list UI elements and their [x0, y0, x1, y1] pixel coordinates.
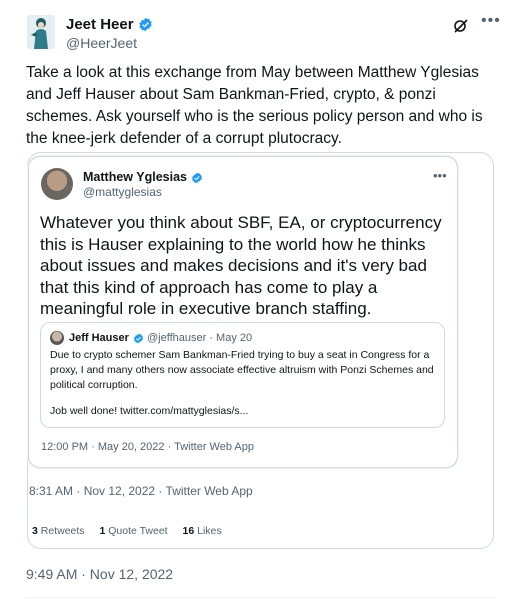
verified-badge-icon: [138, 17, 153, 36]
verified-badge-icon: [191, 172, 203, 187]
likes-stat[interactable]: 16 Likes: [183, 525, 222, 537]
quoted-tweet-text: Whatever you think about SBF, EA, or cry…: [40, 213, 442, 318]
embedded-tweet-timestamp[interactable]: 12:00 PM · May 20, 2022 · Twitter Web Ap…: [41, 441, 254, 453]
nested-author-name[interactable]: Jeff Hauser: [69, 332, 129, 344]
author-avatar[interactable]: [27, 15, 55, 49]
tweet-text: Take a look at this exchange from May be…: [26, 64, 483, 147]
quote-count: 1: [99, 525, 106, 537]
author-name-text[interactable]: Jeet Heer: [66, 16, 134, 33]
nested-author-avatar[interactable]: [50, 331, 64, 345]
divider: [26, 597, 496, 598]
more-icon[interactable]: •••: [481, 12, 501, 30]
author-handle[interactable]: @HeerJeet: [66, 35, 137, 51]
quoted-author-handle[interactable]: @mattyglesias: [83, 185, 162, 199]
retweets-label: Retweets: [40, 525, 85, 537]
quoted-author-avatar[interactable]: [41, 168, 73, 200]
tweet-timestamp[interactable]: 9:49 AM · Nov 12, 2022: [26, 566, 173, 582]
nested-author-row: Jeff Hauser @jeffhauser · May 20: [69, 332, 252, 347]
quote-label: Quote Tweet: [108, 525, 168, 537]
likes-label: Likes: [197, 525, 222, 537]
quote-tweets-stat[interactable]: 1 Quote Tweet: [99, 525, 167, 537]
verified-badge-icon: [133, 333, 144, 347]
more-icon[interactable]: •••: [433, 168, 447, 183]
retweets-stat[interactable]: 3 Retweets: [32, 525, 85, 537]
nested-tweet-text: Due to crypto schemer Sam Bankman-Fried …: [50, 349, 434, 391]
grok-icon[interactable]: [453, 18, 469, 39]
retweets-count: 3: [32, 525, 38, 537]
nested-tweet-link[interactable]: Job well done! twitter.com/mattyglesias/…: [50, 405, 248, 417]
likes-count: 16: [182, 525, 195, 537]
quoted-tweet-timestamp[interactable]: 8:31 AM · Nov 12, 2022 · Twitter Web App: [29, 484, 253, 498]
engagement-stats: 3 Retweets 1 Quote Tweet 16 Likes: [32, 525, 222, 537]
nested-handle-date[interactable]: @jeffhauser · May 20: [147, 332, 252, 344]
quoted-author-name-text[interactable]: Matthew Yglesias: [83, 170, 187, 184]
author-name[interactable]: Jeet Heer: [66, 16, 153, 36]
